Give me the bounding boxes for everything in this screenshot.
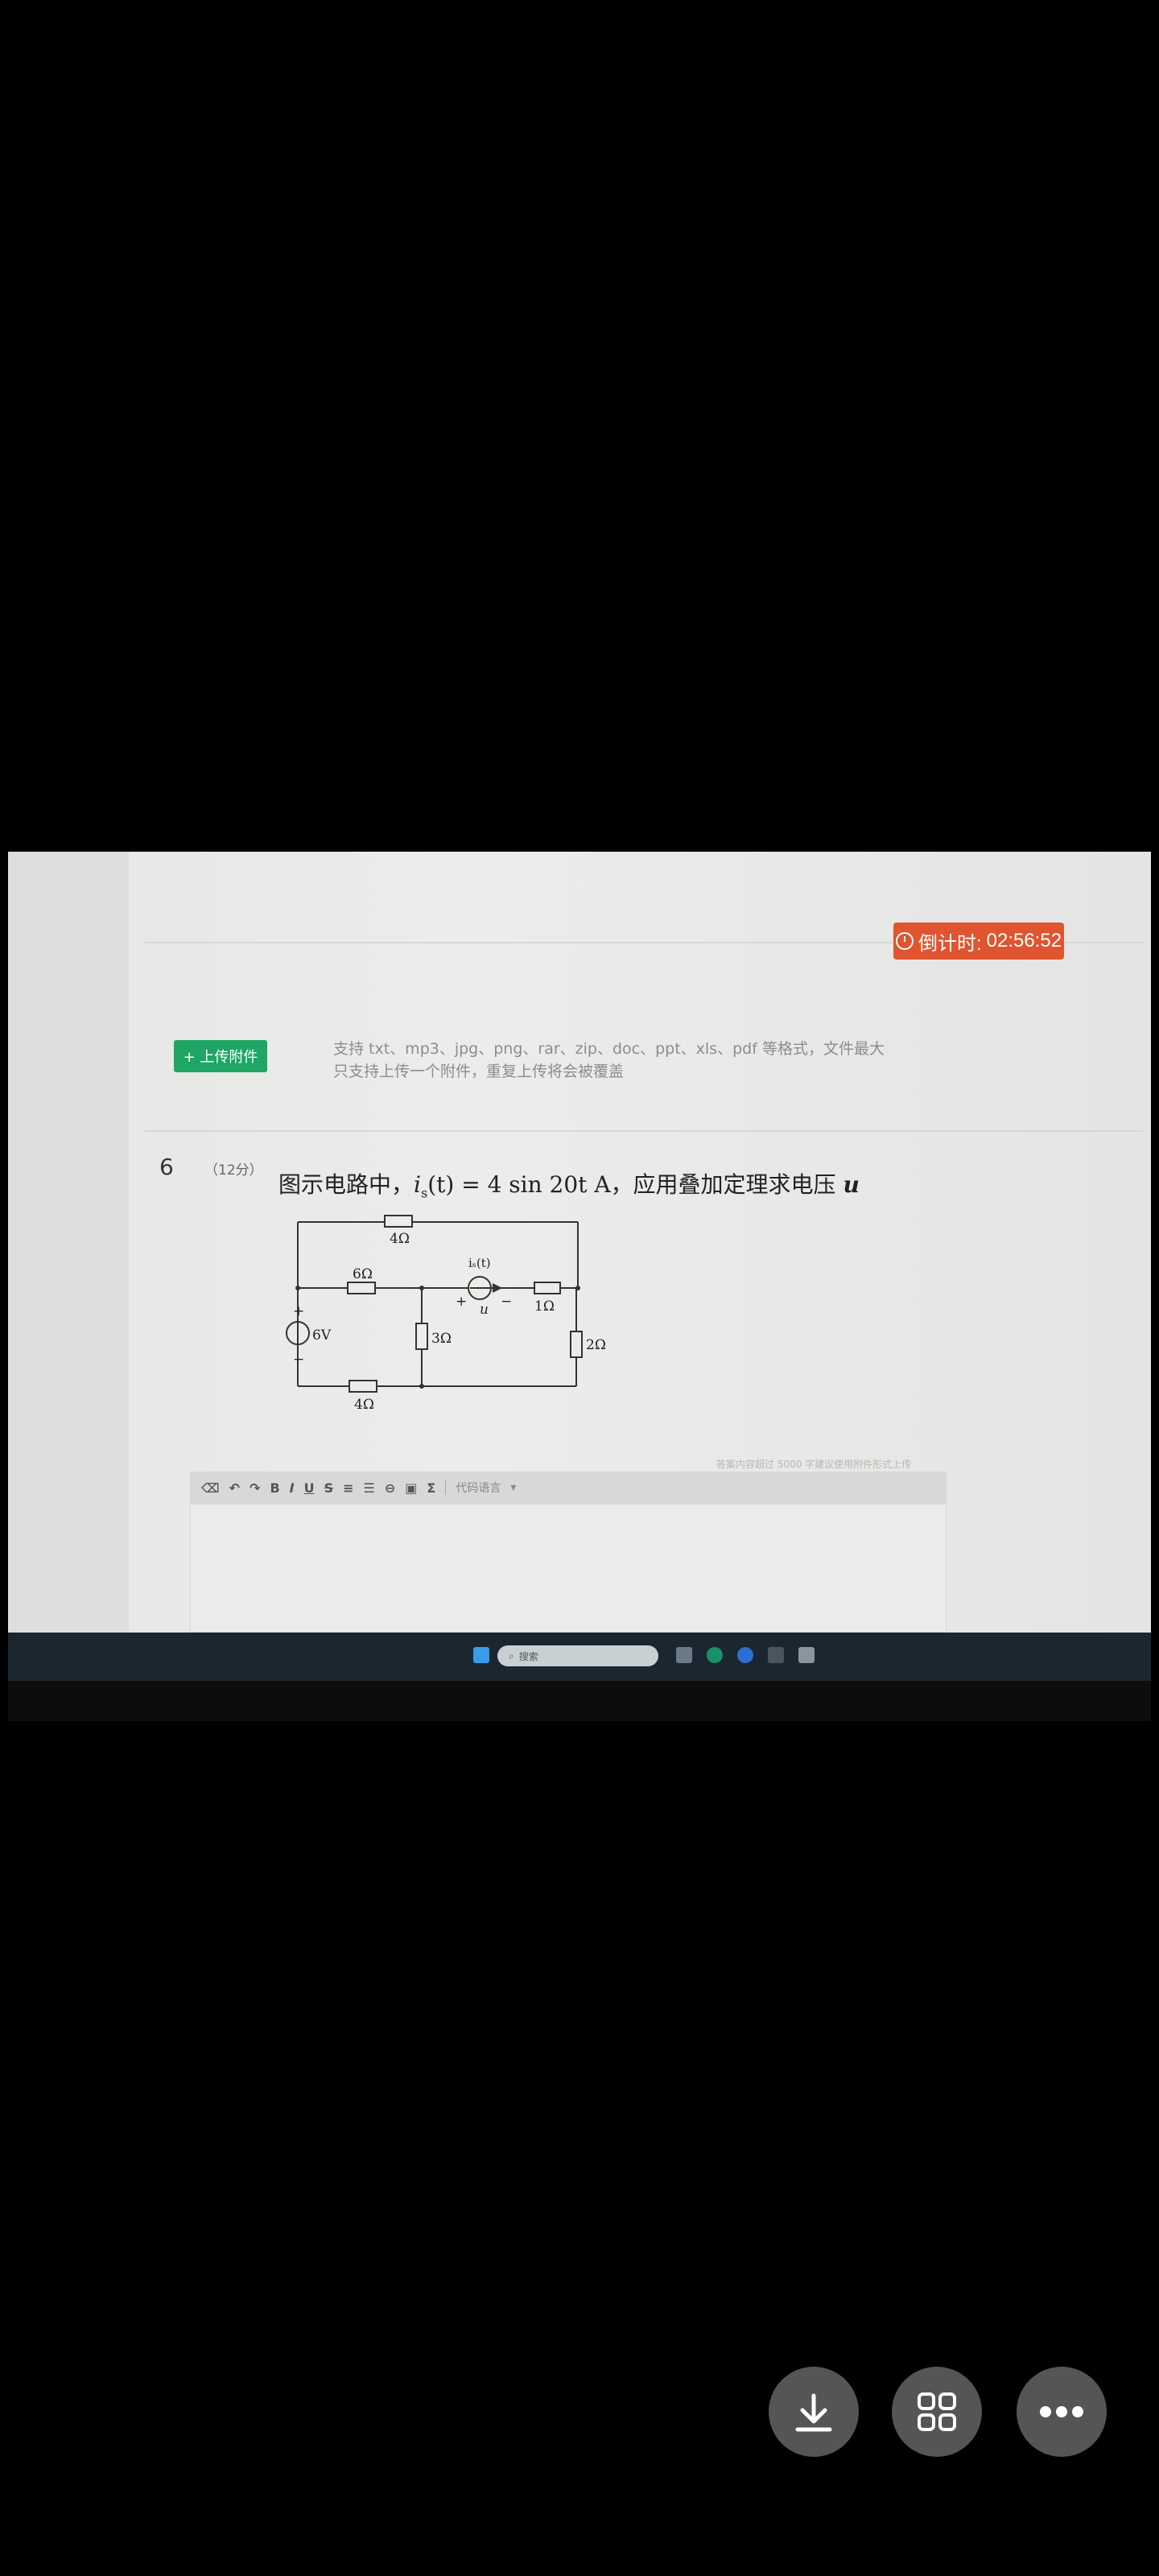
ordered-list-icon[interactable]: ≡	[343, 1480, 353, 1496]
upload-attachment-button[interactable]: + 上传附件	[174, 1040, 267, 1072]
screen-photo: 倒计时: 02:56:52 + 上传附件 支持 txt、mp3、jpg、png、…	[8, 852, 1151, 1721]
search-label: 搜索	[518, 1650, 538, 1662]
label-4ohm-bottom: 4Ω	[354, 1397, 374, 1413]
eraser-icon[interactable]: ⌫	[201, 1480, 220, 1496]
label-minus-v: −	[293, 1352, 304, 1368]
node	[575, 1286, 580, 1290]
formula-button[interactable]: Σ	[427, 1480, 435, 1496]
label-is: iₛ(t)	[468, 1256, 491, 1270]
editor-toolbar: ⌫ ↶ ↷ B I U S ≡ ☰ ⊖ ▣ Σ 代码语言 ▾	[190, 1472, 947, 1504]
resistor-6ohm	[347, 1282, 376, 1294]
label-2ohm: 2Ω	[586, 1337, 606, 1353]
app-icon[interactable]	[737, 1647, 753, 1663]
grid-icon	[918, 2392, 956, 2431]
formula-sub: s	[420, 1185, 428, 1201]
question-variable: u	[843, 1171, 860, 1198]
node	[295, 1286, 300, 1290]
bullet-list-icon[interactable]: ☰	[364, 1480, 375, 1496]
link-icon[interactable]: ⊖	[385, 1480, 395, 1496]
label-plus-u: +	[456, 1294, 467, 1310]
question-score: （12分）	[204, 1162, 263, 1179]
alarm-clock-icon	[895, 932, 914, 950]
redo-icon[interactable]: ↷	[250, 1480, 260, 1496]
taskbar-search[interactable]: ⌕ 搜索	[497, 1645, 658, 1666]
timer-value: 02:56:52	[986, 930, 1062, 952]
formula-var: i	[414, 1171, 421, 1198]
edge-browser-icon[interactable]	[707, 1647, 723, 1663]
undo-icon[interactable]: ↶	[229, 1480, 240, 1496]
download-icon	[795, 2393, 832, 2432]
app-icon[interactable]	[768, 1647, 784, 1663]
label-minus-u: −	[501, 1294, 512, 1310]
countdown-timer: 倒计时: 02:56:52	[893, 923, 1064, 960]
italic-button[interactable]: I	[290, 1480, 295, 1496]
toolbar-separator	[445, 1480, 447, 1495]
divider	[145, 1130, 1143, 1132]
answer-editor[interactable]	[190, 1504, 947, 1633]
label-6ohm: 6Ω	[353, 1266, 373, 1282]
code-language-select[interactable]: 代码语言	[456, 1480, 501, 1496]
upload-hint-single: 只支持上传一个附件，重复上传将会被覆盖	[333, 1063, 625, 1080]
timer-label: 倒计时:	[918, 932, 982, 955]
grid-menu-button[interactable]	[892, 2367, 982, 2457]
question-number: 6	[159, 1154, 174, 1180]
question-suffix: ，应用叠加定理求电压	[610, 1171, 843, 1198]
more-options-button[interactable]	[1017, 2367, 1107, 2457]
resistor-4ohm-top	[384, 1215, 413, 1228]
windows-taskbar: ⌕ 搜索	[8, 1633, 1151, 1681]
node	[419, 1384, 424, 1389]
more-dots-icon	[1040, 2406, 1083, 2417]
underline-button[interactable]: U	[304, 1480, 315, 1496]
label-3ohm: 3Ω	[431, 1331, 452, 1347]
formula-rest: (t) = 4 sin 20t A	[427, 1171, 611, 1198]
chevron-down-icon[interactable]: ▾	[510, 1481, 516, 1494]
windows-start-icon[interactable]	[473, 1647, 489, 1663]
label-u: u	[480, 1302, 489, 1318]
left-margin	[8, 852, 129, 1633]
editor-note: 答案内容超过 5000 字建议使用附件形式上传	[716, 1459, 912, 1470]
node	[419, 1286, 424, 1290]
label-1ohm: 1Ω	[534, 1298, 555, 1315]
label-6v: 6V	[312, 1327, 332, 1344]
label-plus-v: +	[293, 1303, 304, 1319]
current-arrow-icon	[493, 1283, 502, 1293]
app-icon[interactable]	[798, 1647, 815, 1663]
resistor-3ohm	[415, 1323, 428, 1350]
monitor-bezel	[8, 1681, 1151, 1721]
label-4ohm-top: 4Ω	[390, 1231, 410, 1247]
bold-button[interactable]: B	[270, 1480, 279, 1496]
search-icon: ⌕	[509, 1649, 514, 1662]
exam-page: 倒计时: 02:56:52 + 上传附件 支持 txt、mp3、jpg、png、…	[8, 852, 1151, 1633]
task-view-icon[interactable]	[676, 1647, 692, 1663]
upload-hint-formats: 支持 txt、mp3、jpg、png、rar、zip、doc、ppt、xls、p…	[333, 1040, 885, 1058]
resistor-1ohm	[534, 1282, 561, 1294]
image-icon[interactable]: ▣	[405, 1480, 417, 1496]
circuit-diagram: 4Ω 6Ω iₛ(t) + − u 1Ω 3Ω 2Ω 6V + − 4Ω	[286, 1215, 606, 1413]
question-prefix: 图示电路中，	[278, 1171, 415, 1198]
download-button[interactable]	[769, 2367, 859, 2457]
resistor-2ohm	[570, 1331, 583, 1358]
strike-button[interactable]: S	[324, 1480, 334, 1496]
question-text: 图示电路中，is(t) = 4 sin 20t A，应用叠加定理求电压 u	[278, 1167, 860, 1201]
resistor-4ohm-bottom	[349, 1380, 377, 1393]
